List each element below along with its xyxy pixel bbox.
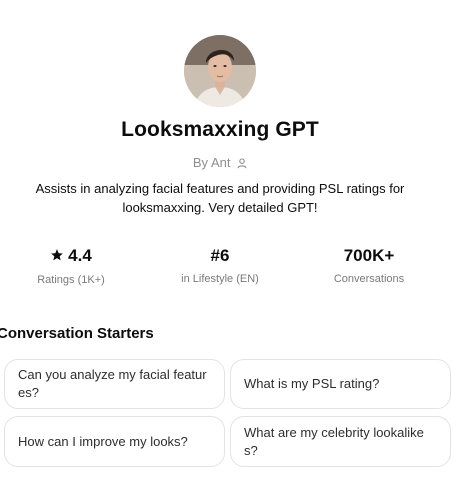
gpt-title: Looksmaxxing GPT — [121, 118, 319, 141]
starter-label: What are my celebrity lookalikes? — [244, 424, 424, 458]
gpt-avatar — [184, 35, 256, 107]
starter-button-lookalikes[interactable]: What are my celebrity lookalikes? — [230, 416, 451, 467]
stat-ratings-value: 4.4 — [0, 245, 146, 268]
conversation-starters-heading: Conversation Starters — [0, 325, 154, 342]
starter-button-improve-looks[interactable]: How can I improve my looks? — [4, 416, 225, 467]
gpt-author: By Ant — [0, 155, 440, 172]
stat-conversations-label: Conversations — [333, 273, 405, 285]
starter-label: Can you analyze my facial features? — [18, 367, 207, 400]
starter-label: How can I improve my looks? — [18, 433, 188, 449]
stat-conversations-value: 700K+ — [343, 246, 395, 265]
stat-ratings: 4.4 Ratings (1K+) — [0, 245, 146, 286]
star-icon — [50, 246, 64, 268]
person-icon — [237, 157, 247, 172]
stat-ratings-label: Ratings (1K+) — [37, 274, 105, 286]
gpt-description: Assists in analyzing facial features and… — [35, 181, 405, 215]
stat-rank-value: #6 — [210, 246, 230, 265]
starter-button-psl-rating[interactable]: What is my PSL rating? — [230, 359, 451, 409]
stat-rank-label: in Lifestyle (EN) — [181, 273, 259, 285]
starter-button-analyze[interactable]: Can you analyze my facial features? — [4, 359, 225, 409]
stat-conversations: 700K+ Conversations — [294, 245, 444, 285]
ratings-value-text: 4.4 — [68, 246, 92, 265]
starter-label: What is my PSL rating? — [244, 376, 380, 391]
author-label: By Ant — [192, 155, 231, 170]
stat-rank: #6 in Lifestyle (EN) — [145, 245, 295, 285]
